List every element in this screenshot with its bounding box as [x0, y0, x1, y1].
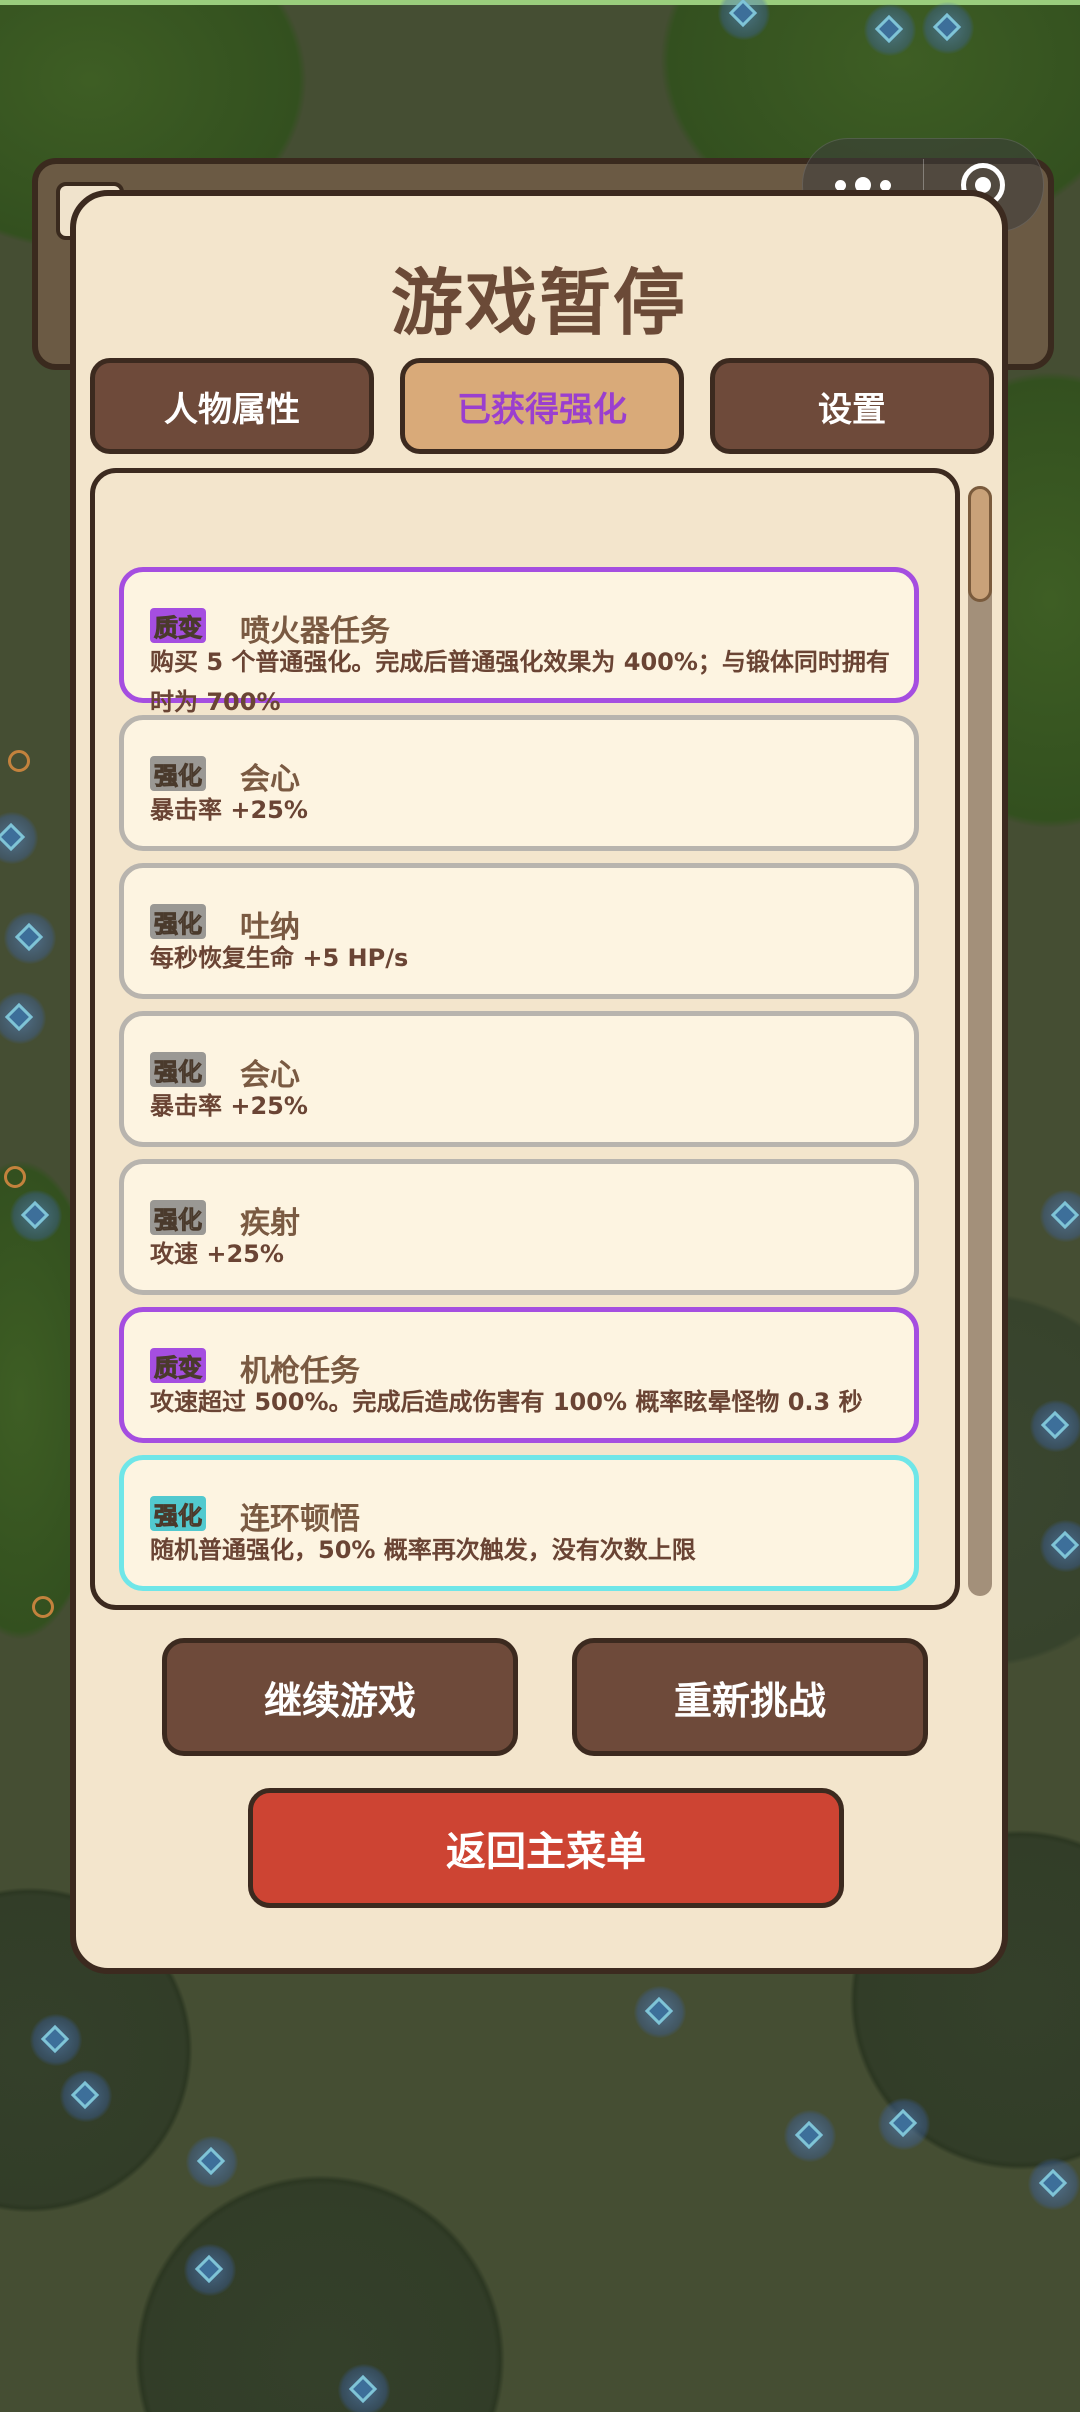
upgrade-type-badge: 强化	[150, 904, 206, 939]
upgrade-type-badge: 强化	[150, 1200, 206, 1235]
xp-gem	[30, 2014, 82, 2066]
upgrade-desc: 暴击率 +25%	[150, 1092, 308, 1120]
upgrade-desc: 随机普通强化，50% 概率再次触发，没有次数上限	[150, 1536, 696, 1564]
xp-gem	[4, 912, 56, 964]
retry-button[interactable]: 重新挑战	[572, 1638, 928, 1756]
tab-settings[interactable]: 设置	[710, 358, 994, 454]
modal-title: 游戏暂停	[390, 261, 687, 345]
upgrade-type-badge: 强化	[150, 756, 206, 791]
coin-ring	[4, 1166, 26, 1188]
xp-gem	[60, 2070, 112, 2122]
upgrade-desc: 暴击率 +25%	[150, 796, 308, 824]
upgrade-card: 强化 连环顿悟 随机普通强化，50% 概率再次触发，没有次数上限	[119, 1455, 919, 1591]
xp-gem	[878, 2098, 930, 2150]
top-strip	[0, 0, 1080, 5]
upgrade-list[interactable]: 质变 喷火器任务 购买 5 个普通强化。完成后普通强化效果为 400%；与锻体同…	[90, 468, 960, 1610]
upgrade-card: 质变 机枪任务 攻速超过 500%。完成后造成伤害有 100% 概率眩晕怪物 0…	[119, 1307, 919, 1443]
scrollbar-thumb[interactable]	[968, 486, 992, 602]
xp-gem	[1028, 2158, 1080, 2210]
upgrade-type-badge: 强化	[150, 1496, 206, 1531]
xp-gem	[10, 1190, 62, 1242]
scrollbar-track[interactable]	[968, 486, 992, 1596]
xp-gem	[922, 2, 974, 54]
upgrade-desc: 攻速 +25%	[150, 1240, 284, 1268]
upgrade-type-badge: 强化	[150, 1052, 206, 1087]
tab-character-stats[interactable]: 人物属性	[90, 358, 374, 454]
tab-bar: 人物属性 已获得强化 设置	[90, 358, 994, 454]
coin-ring	[8, 750, 30, 772]
upgrade-card: 强化 疾射 攻速 +25%	[119, 1159, 919, 1295]
xp-gem	[186, 2136, 238, 2188]
upgrade-card: 质变 喷火器任务 购买 5 个普通强化。完成后普通强化效果为 400%；与锻体同…	[119, 567, 919, 716]
coin-ring	[32, 1596, 54, 1618]
xp-gem	[1030, 1400, 1080, 1452]
pause-modal: 游戏暂停 人物属性 已获得强化 设置 质变 喷火器任务 购买 5 个普通强化。完…	[70, 190, 1008, 1974]
xp-gem	[784, 2110, 836, 2162]
tab-acquired-upgrades[interactable]: 已获得强化	[400, 358, 684, 454]
upgrade-desc: 购买 5 个普通强化。完成后普通强化效果为 400%；与锻体同时拥有时为 700…	[150, 648, 890, 716]
upgrade-card: 强化 会心 暴击率 +25%	[119, 715, 919, 851]
upgrade-card: 强化 吐纳 每秒恢复生命 +5 HP/s	[119, 863, 919, 999]
upgrade-type-badge: 质变	[150, 1348, 206, 1383]
xp-gem	[864, 4, 916, 56]
upgrade-desc: 攻速超过 500%。完成后造成伤害有 100% 概率眩晕怪物 0.3 秒	[150, 1388, 863, 1416]
xp-gem	[184, 2244, 236, 2296]
upgrade-card: 强化 会心 暴击率 +25%	[119, 1011, 919, 1147]
xp-gem	[338, 2364, 390, 2412]
continue-game-button[interactable]: 继续游戏	[162, 1638, 518, 1756]
main-menu-button[interactable]: 返回主菜单	[248, 1788, 844, 1908]
upgrade-type-badge: 质变	[150, 608, 206, 643]
xp-gem	[634, 1986, 686, 2038]
upgrade-desc: 每秒恢复生命 +5 HP/s	[150, 944, 409, 972]
